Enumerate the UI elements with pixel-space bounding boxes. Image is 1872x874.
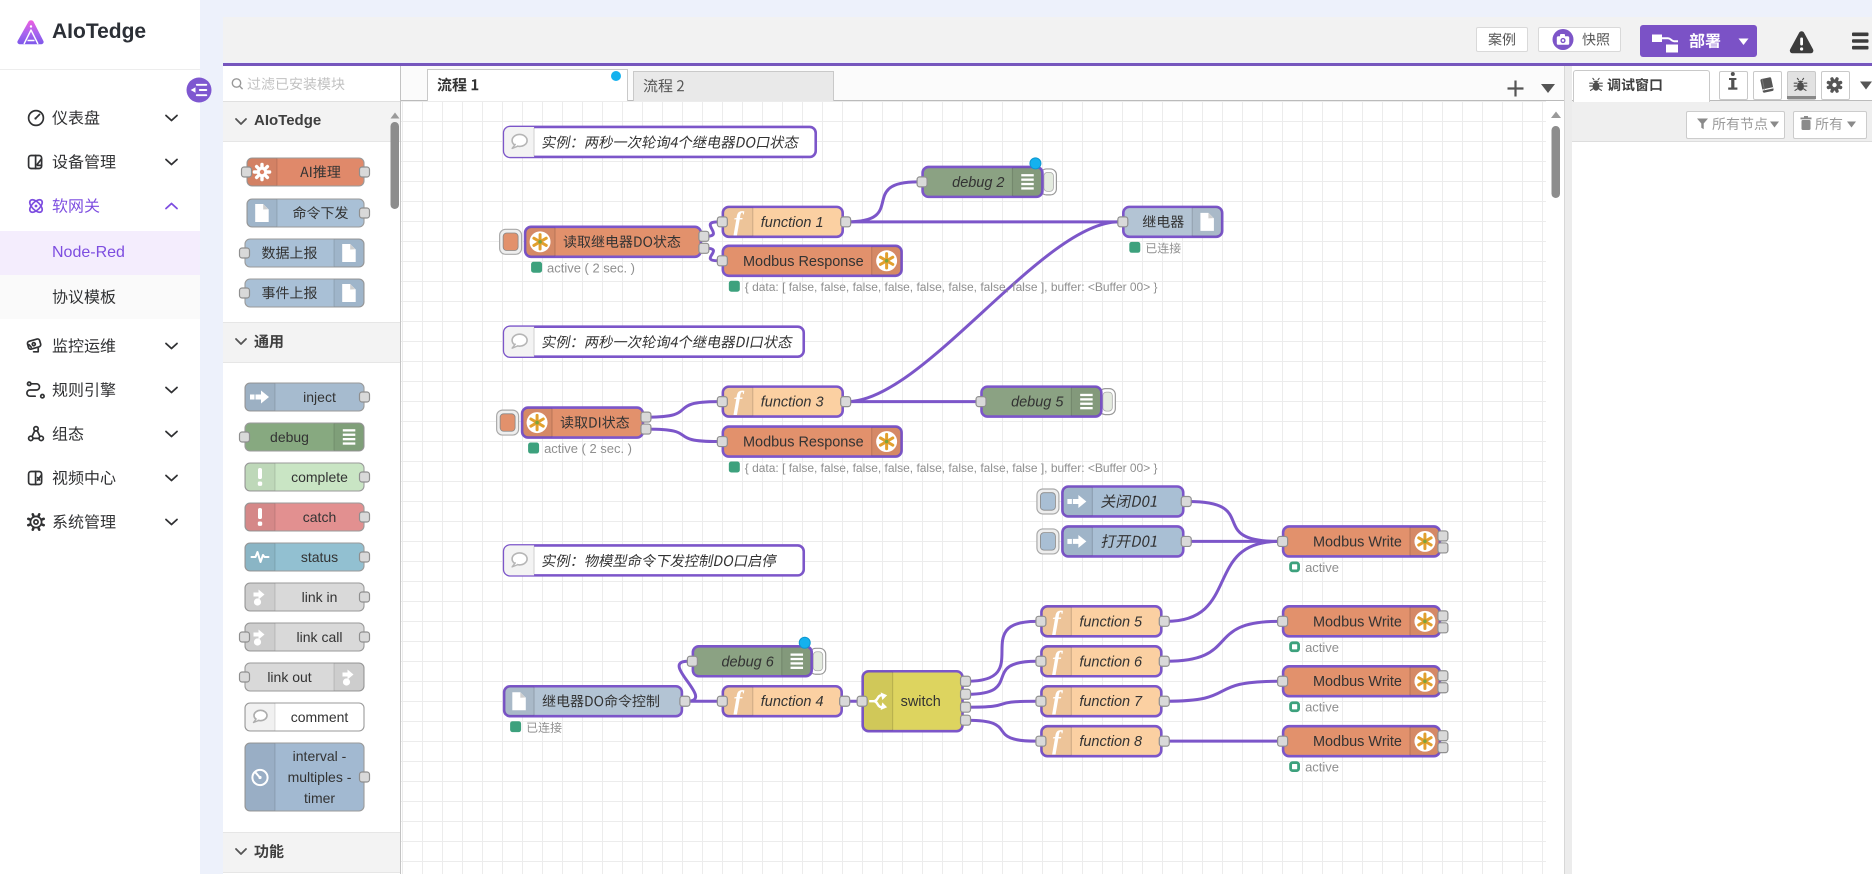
svg-text:function 3: function 3 — [761, 395, 824, 411]
svg-text:debug 2: debug 2 — [952, 175, 1004, 191]
svg-text:Modbus Write: Modbus Write — [1313, 614, 1402, 630]
svg-text:function 6: function 6 — [1079, 654, 1143, 670]
svg-text:active: active — [1305, 700, 1339, 715]
svg-text:{ data: [ false, false, false,: { data: [ false, false, false, false, fa… — [745, 461, 1158, 475]
svg-text:active: active — [1305, 640, 1339, 655]
svg-text:Modbus Write: Modbus Write — [1313, 674, 1402, 690]
svg-text:active ( 2 sec. ): active ( 2 sec. ) — [544, 441, 632, 456]
svg-text:Modbus Write: Modbus Write — [1313, 534, 1402, 550]
svg-text:active: active — [1305, 760, 1339, 775]
svg-text:active: active — [1305, 560, 1339, 575]
svg-text:function 5: function 5 — [1079, 614, 1143, 630]
svg-text:function 4: function 4 — [761, 694, 824, 710]
svg-text:function 8: function 8 — [1079, 734, 1142, 750]
svg-text:{ data: [ false, false, false,: { data: [ false, false, false, false, fa… — [745, 280, 1158, 294]
svg-text:Modbus Response: Modbus Response — [743, 254, 864, 270]
svg-text:function 7: function 7 — [1079, 694, 1143, 710]
svg-text:debug 6: debug 6 — [721, 654, 774, 670]
svg-text:debug 5: debug 5 — [1011, 395, 1064, 411]
svg-text:Modbus Write: Modbus Write — [1313, 734, 1402, 750]
svg-text:Modbus Response: Modbus Response — [743, 435, 864, 451]
svg-text:function 1: function 1 — [761, 215, 824, 231]
svg-text:active ( 2 sec. ): active ( 2 sec. ) — [547, 260, 635, 275]
svg-text:switch: switch — [901, 694, 941, 710]
